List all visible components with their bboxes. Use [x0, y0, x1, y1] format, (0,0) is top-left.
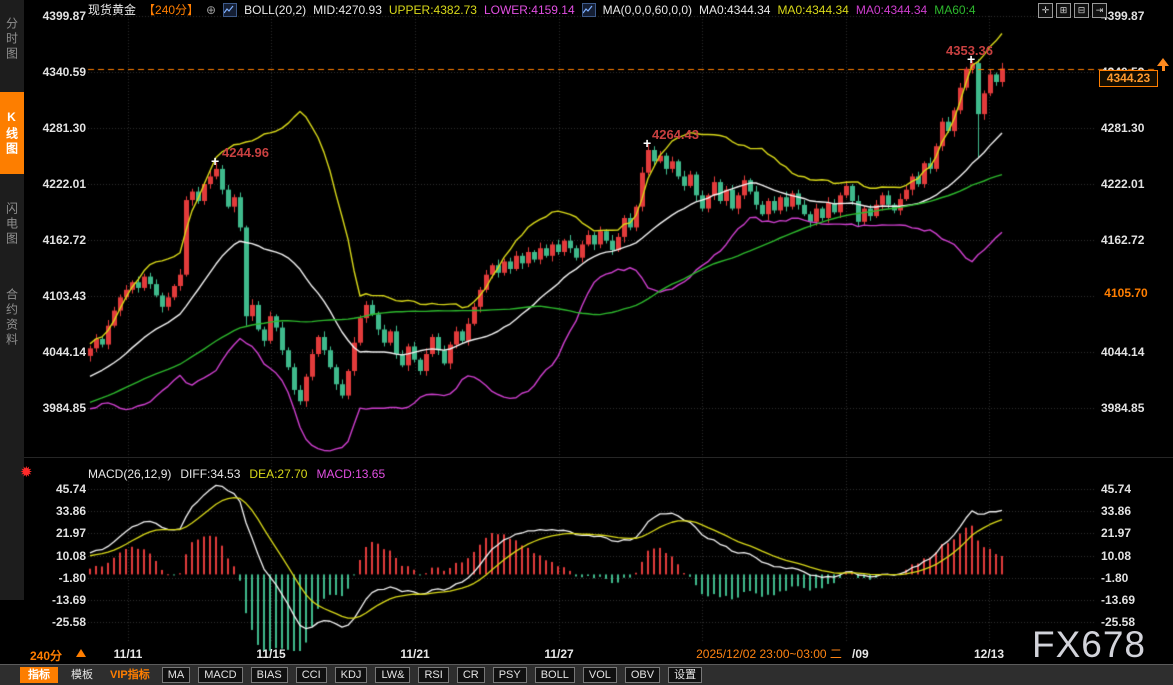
- price-axis-label-right: 3984.85: [1101, 401, 1144, 415]
- price-axis-label-right: 4044.14: [1101, 345, 1144, 359]
- swing-high-marker: +: [643, 136, 651, 150]
- header-text: LOWER:4159.14: [484, 3, 575, 17]
- price-axis-label-right: 4281.30: [1101, 121, 1144, 135]
- price-axis-label: 4103.43: [24, 289, 86, 303]
- price-axis-label-right: 4162.72: [1101, 233, 1144, 247]
- indicator-button-PSY[interactable]: PSY: [493, 667, 527, 683]
- header-text: MID:4270.93: [313, 3, 382, 17]
- header-text: UPPER:4382.73: [389, 3, 477, 17]
- indicator-button-LW&[interactable]: LW&: [375, 667, 410, 683]
- period-dropdown-arrow[interactable]: [76, 649, 86, 657]
- price-axis-label: 21.97: [24, 526, 86, 540]
- swing-high-marker: +: [967, 52, 975, 66]
- chart-canvas[interactable]: [0, 0, 1173, 685]
- header-text: 【240分】: [143, 1, 199, 18]
- chart-tool-icons: ✛⊞⊟⇥: [1038, 3, 1107, 18]
- price-up-arrow-marker: [1157, 58, 1169, 71]
- sidebar-item-0[interactable]: 分时图: [0, 6, 24, 72]
- indicator-toolbar: 指标模板 VIP指标 MA MACD BIAS CCI KDJ LW&RSI CR PSY BOLL…: [0, 664, 1173, 685]
- header-text: MA0:4344.34: [699, 3, 770, 17]
- indicator-button-VOL[interactable]: VOL: [583, 667, 617, 683]
- last-price-box: 4344.23: [1099, 70, 1158, 87]
- chart-window: 分时图 K线图闪电图合约资料 ✹ 现货黄金【240分】 ⊕ BOLL(20,2) MID…: [0, 0, 1173, 685]
- scale-up-icon[interactable]: ⊞: [1056, 3, 1071, 18]
- indicator-button-BOLL[interactable]: BOLL: [535, 667, 575, 683]
- indicator-button-设置[interactable]: 设置: [668, 667, 702, 683]
- add-circle-icon[interactable]: ⊕: [206, 3, 216, 17]
- x-axis-label: 12/13: [971, 647, 1007, 661]
- header-text: MA60:4: [934, 3, 975, 17]
- indicator-button-MACD[interactable]: MACD: [198, 667, 242, 683]
- indicator-button-CCI[interactable]: CCI: [296, 667, 327, 683]
- sidebar-item-1[interactable]: K线图: [0, 92, 24, 174]
- panel-splitter[interactable]: [24, 457, 1173, 458]
- header-text: MA0:4344.34: [777, 3, 848, 17]
- indicator-button-MA[interactable]: MA: [162, 667, 191, 683]
- price-axis-label: 45.74: [24, 482, 86, 496]
- x-axis-label: 11/27: [541, 647, 577, 661]
- swing-high-marker: +: [211, 154, 219, 168]
- sidebar: 分时图 K线图闪电图合约资料: [0, 0, 24, 600]
- header-text: MACD(26,12,9): [88, 467, 171, 481]
- swing-price-label: 4244.96: [222, 145, 269, 160]
- header-text: MA0:4344.34: [856, 3, 927, 17]
- period-label[interactable]: 240分: [30, 647, 62, 664]
- x-axis-label: 11/11: [110, 647, 146, 661]
- toolbar-tab-VIP指标[interactable]: VIP指标: [106, 667, 154, 683]
- header-text: 现货黄金: [88, 1, 136, 18]
- price-axis-label: 10.08: [24, 549, 86, 563]
- header-text: DIFF:34.53: [180, 467, 240, 481]
- header-text: MACD:13.65: [316, 467, 385, 481]
- price-axis-label-right: 45.74: [1101, 482, 1131, 496]
- header-text: MA(0,0,0,60,0,0): [603, 3, 692, 17]
- x-axis-label: 11/15: [253, 647, 289, 661]
- price-axis-label: 4222.01: [24, 177, 86, 191]
- header-text: BOLL(20,2): [244, 3, 306, 17]
- price-axis-label: 4340.59: [24, 65, 86, 79]
- sidebar-item-3[interactable]: 合约资料: [0, 268, 24, 368]
- price-axis-label: -25.58: [24, 615, 86, 629]
- price-axis-label-right: 10.08: [1101, 549, 1131, 563]
- crosshair-icon[interactable]: ✛: [1038, 3, 1053, 18]
- indicator-button-CR[interactable]: CR: [457, 667, 485, 683]
- watermark-logo: FX678: [1032, 624, 1146, 666]
- price-axis-label-right: 33.86: [1101, 504, 1131, 518]
- indicator-chart-icon: [223, 3, 237, 17]
- price-axis-label-right: -1.80: [1101, 571, 1128, 585]
- indicator-button-KDJ[interactable]: KDJ: [335, 667, 368, 683]
- price-axis-label-right: 4399.87: [1101, 9, 1144, 23]
- price-axis-label: 3984.85: [24, 401, 86, 415]
- price-axis-label: 4399.87: [24, 9, 86, 23]
- price-axis-label-right: -13.69: [1101, 593, 1135, 607]
- price-axis-label: -13.69: [24, 593, 86, 607]
- arrow-head: [1157, 58, 1169, 66]
- sidebar-item-2[interactable]: 闪电图: [0, 186, 24, 262]
- price-axis-label: -1.80: [24, 571, 86, 585]
- alert-burst-icon[interactable]: ✹: [20, 463, 33, 481]
- header-text: DEA:27.70: [249, 467, 307, 481]
- x-axis-row: 240分 2025/12/02 23:00~03:00 二 11/11 11/15…: [0, 646, 1173, 664]
- indicator-button-RSI[interactable]: RSI: [418, 667, 448, 683]
- price-axis-label: 4281.30: [24, 121, 86, 135]
- macd-header: MACD(26,12,9) DIFF:34.53 DEA:27.70 MACD:13.…: [88, 466, 385, 481]
- toolbar-tab-模板[interactable]: 模板: [66, 667, 98, 683]
- swing-price-label: 4264.43: [652, 127, 699, 142]
- indicator-header: 现货黄金【240分】 ⊕ BOLL(20,2) MID:4270.93 UPPER:43…: [88, 2, 976, 17]
- crosshair-date-tooltip: 2025/12/02 23:00~03:00 二: [686, 646, 852, 663]
- x-axis-label: /09: [852, 647, 869, 661]
- arrow-stem: [1162, 66, 1165, 71]
- reference-price-box: 4105.70: [1099, 286, 1153, 301]
- price-axis-label: 4044.14: [24, 345, 86, 359]
- price-axis-label: 4162.72: [24, 233, 86, 247]
- price-axis-label: 33.86: [24, 504, 86, 518]
- indicator-button-BIAS[interactable]: BIAS: [251, 667, 288, 683]
- x-axis-label: 11/21: [397, 647, 433, 661]
- price-axis-label-right: 21.97: [1101, 526, 1131, 540]
- scale-down-icon[interactable]: ⊟: [1074, 3, 1089, 18]
- indicator-button-OBV[interactable]: OBV: [625, 667, 660, 683]
- indicator-chart-icon: [582, 3, 596, 17]
- price-axis-label-right: 4222.01: [1101, 177, 1144, 191]
- pan-right-icon[interactable]: ⇥: [1092, 3, 1107, 18]
- toolbar-tab-指标[interactable]: 指标: [20, 667, 58, 683]
